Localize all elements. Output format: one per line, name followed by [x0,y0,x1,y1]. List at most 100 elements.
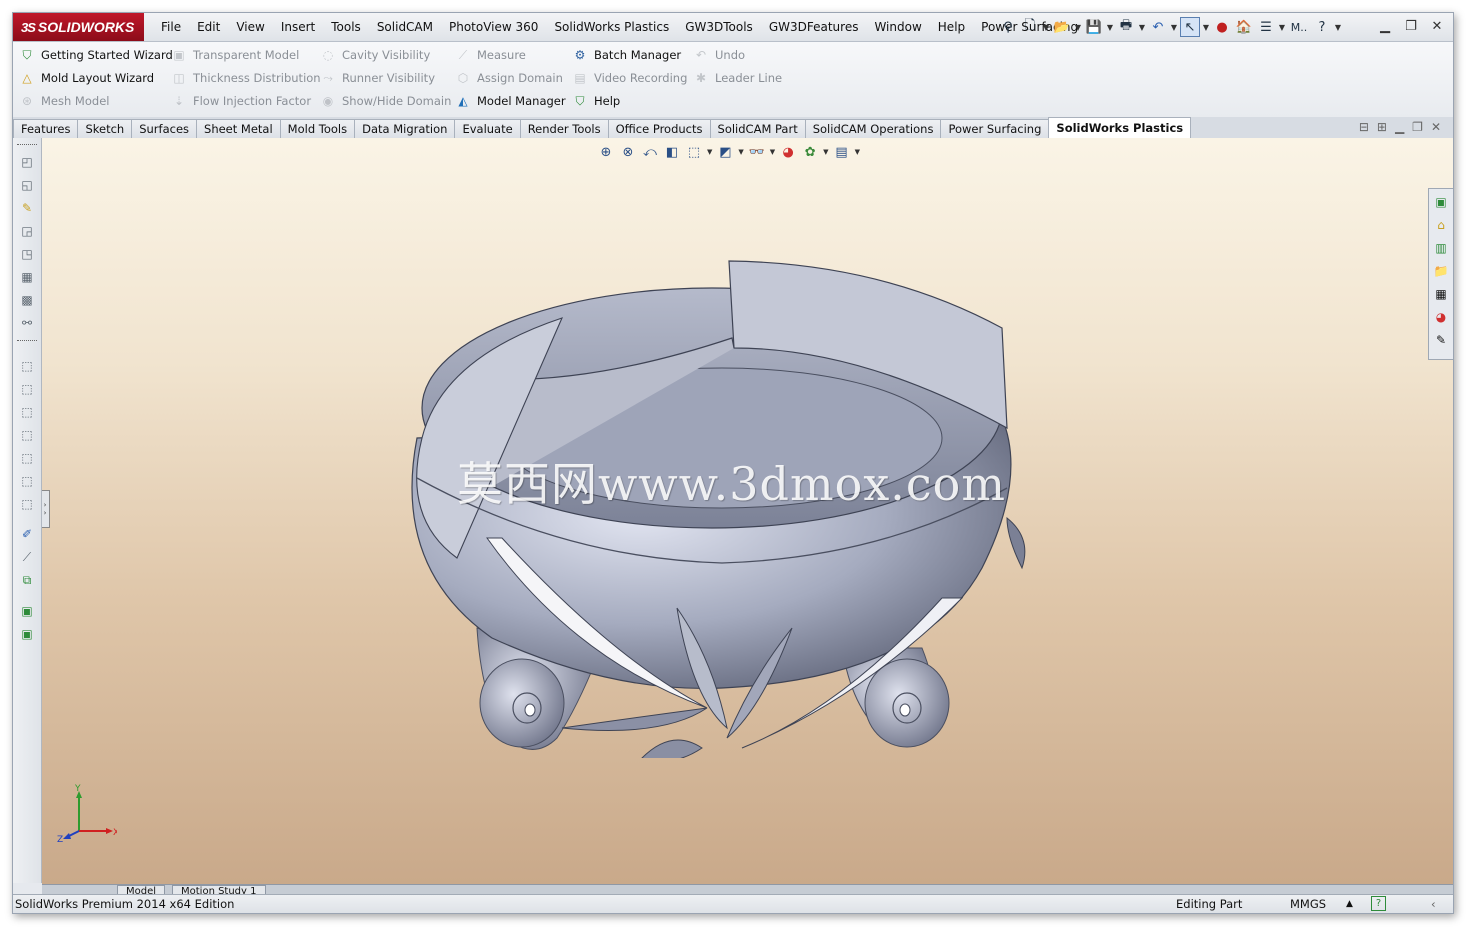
zoom-to-fit-icon[interactable]: ⊕ [597,143,615,161]
menu-solidworks-plastics[interactable]: SolidWorks Plastics [546,20,677,34]
hide-show-items-icon[interactable]: 👓 [748,143,766,161]
measure-button[interactable]: ⟋ Measure [455,47,526,63]
cavity-visibility-button[interactable]: ◌ Cavity Visibility [320,47,431,63]
print-dropdown-icon[interactable]: ▼ [1138,23,1146,32]
help-question-icon[interactable]: ? [1312,17,1332,37]
new-document-icon[interactable]: 🗋 [1020,17,1040,37]
thickness-distribution-button[interactable]: ◫ Thickness Distribution [171,70,320,86]
sketch-edit-icon[interactable]: ✎ [19,200,35,216]
file-properties-icon[interactable]: 🏠 [1234,17,1254,37]
select-dropdown-icon[interactable]: ▼ [1202,23,1210,32]
view-cube-icon[interactable]: ⬚ [19,450,35,466]
tab-office-products[interactable]: Office Products [607,119,711,138]
close-icon[interactable]: ✕ [1427,16,1447,36]
open-folder-icon[interactable]: 📂 [1052,17,1072,37]
units-label[interactable]: MMGS [1290,897,1326,911]
view-cube-icon[interactable]: ⬚ [19,427,35,443]
display-style-icon[interactable]: ◩ [716,143,734,161]
tile-horizontal-icon[interactable]: ⊟ [1359,120,1369,134]
doc-minimize-icon[interactable]: ▁ [1395,120,1404,134]
select-pointer-icon[interactable]: ↖ [1180,17,1200,37]
undo-button[interactable]: ↶ Undo [693,47,745,63]
sketch-tool-icon[interactable]: ◲ [19,223,35,239]
display-pane-icon[interactable]: ▣ [19,603,35,619]
tab-render-tools[interactable]: Render Tools [519,119,609,138]
sketch-tool-icon[interactable]: ▦ [19,269,35,285]
menu-gw3dfeatures[interactable]: GW3DFeatures [761,20,867,34]
section-view-icon[interactable]: ◧ [663,143,681,161]
units-up-arrow-icon[interactable]: ▲ [1346,899,1353,909]
mate-icon[interactable]: ⧉ [19,572,35,588]
tab-features[interactable]: Features [13,119,79,138]
tab-power-surfacing[interactable]: Power Surfacing [940,119,1050,138]
view-settings-dropdown-icon[interactable]: ▼ [855,148,860,156]
video-recording-button[interactable]: ▤ Video Recording [572,70,687,86]
menu-solidcam[interactable]: SolidCAM [369,20,441,34]
help-button[interactable]: ⛉ Help [572,93,620,109]
display-pane-icon[interactable]: ▣ [19,626,35,642]
view-cube-icon[interactable]: ⬚ [19,496,35,512]
appearances-scenes-icon[interactable]: ◕ [1432,308,1450,326]
menu-tools[interactable]: Tools [323,20,369,34]
display-style-dropdown-icon[interactable]: ▼ [738,148,743,156]
feature-tree-flyout-toggle[interactable]: › › [42,490,50,528]
undo-arrow-icon[interactable]: ↶ [1148,17,1168,37]
view-cube-icon[interactable]: ⬚ [19,381,35,397]
assign-domain-button[interactable]: ⬡ Assign Domain [455,70,563,86]
rebuild-traffic-light-icon[interactable]: ● [1212,17,1232,37]
options-dropdown-icon[interactable]: ▼ [1278,23,1286,32]
menu-gw3dtools[interactable]: GW3DTools [677,20,761,34]
tab-sheet-metal[interactable]: Sheet Metal [196,119,281,138]
menu-insert[interactable]: Insert [273,20,323,34]
view-cube-icon[interactable]: ⬚ [19,473,35,489]
sketch-tool-icon[interactable]: ◳ [19,246,35,262]
flow-injection-factor-button[interactable]: ⇣ Flow Injection Factor [171,93,311,109]
tile-vertical-icon[interactable]: ⊞ [1377,120,1387,134]
pin-icon[interactable]: ⚲ [998,17,1018,37]
help-question-icon[interactable]: ? [1371,896,1386,911]
sketch-tool-icon[interactable]: ▩ [19,292,35,308]
minimize-icon[interactable]: ▁ [1375,16,1395,36]
custom-properties-icon[interactable]: ✎ [1432,331,1450,349]
view-orientation-dropdown-icon[interactable]: ▼ [707,148,712,156]
doc-close-icon[interactable]: ✕ [1431,120,1441,134]
view-cube-icon[interactable]: ⬚ [19,358,35,374]
view-palette-icon[interactable]: ▦ [1432,285,1450,303]
hide-show-dropdown-icon[interactable]: ▼ [770,148,775,156]
tab-mold-tools[interactable]: Mold Tools [279,119,356,138]
tab-solidcam-operations[interactable]: SolidCAM Operations [804,119,942,138]
undo-dropdown-icon[interactable]: ▼ [1170,23,1178,32]
transparent-model-button[interactable]: ▣ Transparent Model [171,47,299,63]
edit-appearance-icon[interactable]: ◕ [779,143,797,161]
save-dropdown-icon[interactable]: ▼ [1106,23,1114,32]
view-orientation-icon[interactable]: ⬚ [685,143,703,161]
menu-edit[interactable]: Edit [189,20,228,34]
menu-window[interactable]: Window [866,20,929,34]
leader-line-button[interactable]: ✱ Leader Line [693,70,782,86]
solidworks-logo[interactable]: 3S SOLIDWORKS [13,13,144,41]
open-dropdown-icon[interactable]: ▼ [1074,23,1082,32]
home-icon[interactable]: ⌂ [1432,216,1450,234]
sketch-tool-icon[interactable]: ⚯ [19,315,35,331]
tab-evaluate[interactable]: Evaluate [454,119,521,138]
help-dropdown-icon[interactable]: ▼ [1334,23,1342,32]
sketch-tool-icon[interactable]: ◰ [19,154,35,170]
new-dropdown-icon[interactable]: ▼ [1042,23,1050,32]
show-hide-domain-button[interactable]: ◉ Show/Hide Domain [320,93,452,109]
apply-scene-dropdown-icon[interactable]: ▼ [823,148,828,156]
graphics-viewport[interactable]: ⊕ ⊗ ⤺ ◧ ⬚ ▼ ◩ ▼ 👓 ▼ ◕ ✿ ▼ ▤ ▼ › › 莫西网www… [42,138,1453,884]
file-explorer-icon[interactable]: 📁 [1432,262,1450,280]
print-icon[interactable]: 🖶 [1116,17,1136,37]
sketch-tool-icon[interactable]: ◱ [19,177,35,193]
doc-restore-icon[interactable]: ❐ [1412,120,1423,134]
previous-view-icon[interactable]: ⤺ [641,143,659,161]
mesh-model-button[interactable]: ⊛ Mesh Model [19,93,110,109]
menu-view[interactable]: View [228,20,272,34]
search-commands-label[interactable]: M.. [1288,17,1310,37]
menu-photoview[interactable]: PhotoView 360 [441,20,546,34]
menu-help[interactable]: Help [930,20,973,34]
scroll-left-icon[interactable]: ‹ [1431,897,1436,911]
solidworks-resources-icon[interactable]: ▣ [1432,193,1450,211]
batch-manager-button[interactable]: ⚙ Batch Manager [572,47,682,63]
menu-file[interactable]: File [153,20,189,34]
